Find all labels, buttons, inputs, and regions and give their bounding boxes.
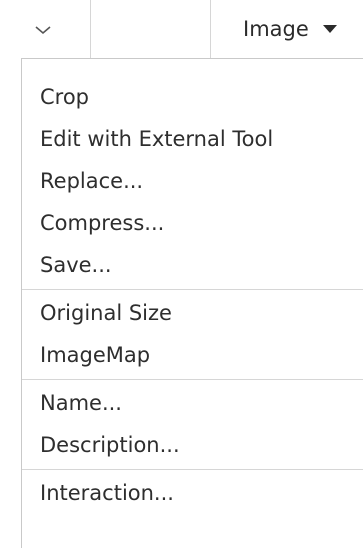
toolbar-cell-empty	[91, 0, 211, 58]
menu-item-replace[interactable]: Replace...	[40, 164, 143, 198]
menu-item-save[interactable]: Save...	[40, 248, 112, 282]
menu-item-interaction[interactable]: Interaction...	[40, 476, 174, 510]
menu-separator	[22, 379, 363, 380]
toolbar-cell-left	[0, 0, 91, 58]
menu-item-edit-external[interactable]: Edit with External Tool	[40, 122, 273, 156]
menu-item-original-size[interactable]: Original Size	[40, 296, 172, 330]
chevron-down-icon[interactable]	[31, 20, 55, 40]
menu-item-description[interactable]: Description...	[40, 428, 180, 462]
image-menu-button[interactable]: Image	[243, 12, 337, 46]
menu-separator	[22, 289, 363, 290]
menu-separator	[22, 469, 363, 470]
menu-item-crop[interactable]: Crop	[40, 80, 89, 114]
menu-item-imagemap[interactable]: ImageMap	[40, 338, 150, 372]
menu-item-compress[interactable]: Compress...	[40, 206, 164, 240]
toolbar: Image	[0, 0, 363, 58]
image-menu-label: Image	[243, 17, 309, 41]
image-context-menu: Crop Edit with External Tool Replace... …	[21, 58, 363, 548]
menu-item-name[interactable]: Name...	[40, 386, 122, 420]
caret-down-icon	[322, 25, 337, 33]
